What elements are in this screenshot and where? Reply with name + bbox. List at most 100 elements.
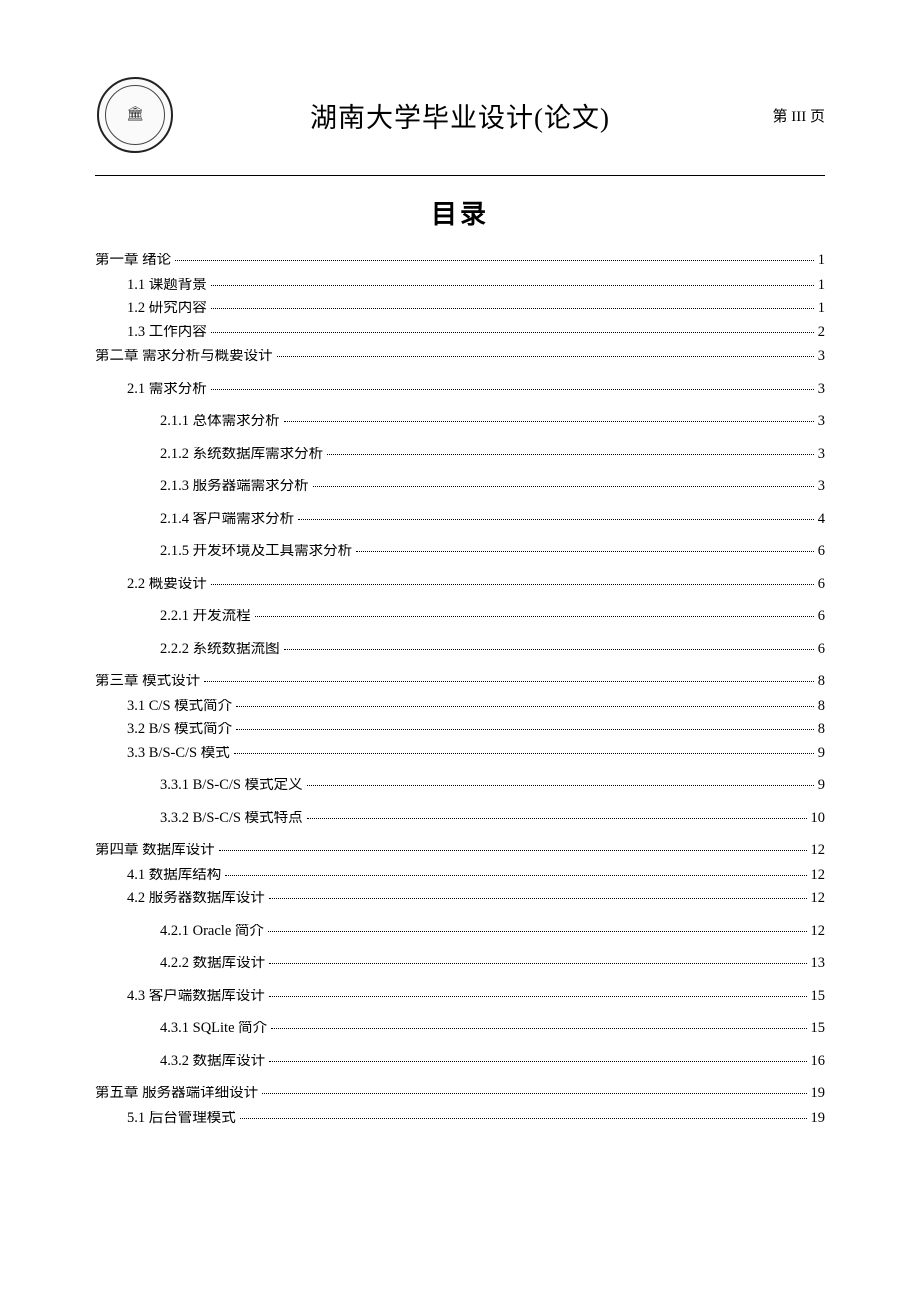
toc-leader-dots (236, 729, 814, 730)
toc-entry: 1.3 工作内容 2 (95, 325, 825, 340)
toc-entry-label: 3.3 B/S-C/S 模式 (127, 746, 230, 761)
toc-entry-label: 第四章 数据库设计 (95, 843, 215, 858)
toc-list: 第一章 绪论11.1 课题背景11.2 研究内容11.3 工作内容2第二章 需求… (95, 253, 825, 1125)
toc-title: 目录 (95, 194, 825, 231)
toc-leader-dots (269, 898, 807, 899)
toc-leader-dots (269, 1061, 806, 1062)
toc-leader-dots (284, 649, 814, 650)
toc-entry: 5.1 后台管理模式19 (95, 1111, 825, 1126)
toc-entry-label: 2.2.2 系统数据流图 (160, 642, 280, 657)
toc-leader-dots (240, 1118, 807, 1119)
toc-entry: 2.1.2 系统数据库需求分析 3 (95, 447, 825, 462)
toc-entry-page: 8 (818, 722, 825, 737)
toc-entry-page: 12 (811, 891, 826, 906)
toc-entry-page: 1 (818, 253, 825, 268)
toc-entry-label: 2.2 概要设计 (127, 577, 207, 592)
toc-entry: 4.3 客户端数据库设计 15 (95, 989, 825, 1004)
toc-entry-label: 1.1 课题背景 (127, 278, 207, 293)
logo-building-icon: 🏛 (126, 107, 144, 122)
toc-entry-label: 第三章 模式设计 (95, 674, 200, 689)
toc-entry-label: 4.3 客户端数据库设计 (127, 989, 265, 1004)
toc-entry-label: 2.1 需求分析 (127, 382, 207, 397)
toc-entry-page: 6 (818, 609, 825, 624)
toc-entry-page: 3 (818, 382, 825, 397)
toc-entry-page: 3 (818, 349, 825, 364)
toc-entry: 4.2.2 数据库设计13 (95, 956, 825, 971)
toc-entry: 4.2 服务器数据库设计12 (95, 891, 825, 906)
toc-leader-dots (219, 850, 807, 851)
toc-leader-dots (271, 1028, 806, 1029)
toc-leader-dots (307, 818, 807, 819)
toc-entry-page: 6 (818, 544, 825, 559)
toc-entry-label: 1.3 工作内容 (127, 325, 207, 340)
page-suffix: 页 (810, 109, 825, 125)
toc-leader-dots (327, 454, 814, 455)
toc-entry-label: 3.1 C/S 模式简介 (127, 699, 232, 714)
toc-entry: 2.1.5 开发环境及工具需求分析6 (95, 544, 825, 559)
toc-entry: 第一章 绪论 1 (95, 253, 825, 268)
toc-leader-dots (234, 753, 814, 754)
toc-entry: 3.3 B/S-C/S 模式9 (95, 746, 825, 761)
toc-entry-label: 第五章 服务器端详细设计 (95, 1086, 258, 1101)
toc-entry: 2.2 概要设计6 (95, 577, 825, 592)
toc-entry: 2.2.1 开发流程6 (95, 609, 825, 624)
toc-leader-dots (298, 519, 814, 520)
header-divider (95, 175, 825, 176)
toc-leader-dots (175, 260, 814, 261)
toc-entry: 3.3.2 B/S-C/S 模式特点10 (95, 811, 825, 826)
toc-entry-page: 3 (818, 414, 825, 429)
toc-entry: 第四章 数据库设计12 (95, 843, 825, 858)
toc-entry: 4.2.1 Oracle 简介 12 (95, 924, 825, 939)
toc-entry-page: 15 (811, 989, 826, 1004)
toc-entry-label: 4.3.2 数据库设计 (160, 1054, 265, 1069)
toc-entry: 1.2 研究内容1 (95, 301, 825, 316)
toc-entry-label: 3.3.1 B/S-C/S 模式定义 (160, 778, 303, 793)
toc-entry-page: 16 (811, 1054, 826, 1069)
toc-leader-dots (269, 996, 807, 997)
page-container: 🏛 湖南大学毕业设计(论文) 第 III 页 目录 第一章 绪论 1 1.1 课题背… (0, 0, 920, 1194)
toc-entry-label: 第一章 绪论 (95, 253, 171, 268)
toc-entry-label: 2.1.3 服务器端需求分析 (160, 479, 309, 494)
toc-entry-label: 4.1 数据库结构 (127, 868, 221, 883)
logo-outer-circle: 🏛 (97, 77, 173, 153)
toc-leader-dots (211, 584, 814, 585)
toc-entry-page: 15 (811, 1021, 826, 1036)
toc-entry-label: 第二章 需求分析与概要设计 (95, 349, 273, 364)
toc-leader-dots (313, 486, 814, 487)
toc-entry: 2.1 需求分析 3 (95, 382, 825, 397)
university-logo: 🏛 (95, 75, 175, 155)
toc-entry: 4.3.2 数据库设计 16 (95, 1054, 825, 1069)
toc-leader-dots (277, 356, 814, 357)
toc-leader-dots (255, 616, 814, 617)
toc-leader-dots (262, 1093, 806, 1094)
toc-leader-dots (236, 706, 814, 707)
toc-entry-page: 6 (818, 642, 825, 657)
page-number-value: III (791, 109, 806, 125)
toc-entry-page: 12 (811, 924, 826, 939)
toc-leader-dots (225, 875, 806, 876)
toc-entry-label: 4.2.2 数据库设计 (160, 956, 265, 971)
toc-entry-page: 9 (818, 778, 825, 793)
toc-entry-label: 2.1.4 客户端需求分析 (160, 512, 294, 527)
toc-entry: 3.2 B/S 模式简介8 (95, 722, 825, 737)
toc-leader-dots (204, 681, 814, 682)
toc-entry-page: 8 (818, 674, 825, 689)
toc-entry: 第五章 服务器端详细设计19 (95, 1086, 825, 1101)
toc-entry: 2.2.2 系统数据流图 6 (95, 642, 825, 657)
toc-entry-page: 4 (818, 512, 825, 527)
toc-entry-page: 1 (818, 301, 825, 316)
toc-entry-page: 3 (818, 447, 825, 462)
document-header: 🏛 湖南大学毕业设计(论文) 第 III 页 (95, 75, 825, 167)
document-title: 湖南大学毕业设计(论文) (175, 96, 745, 135)
toc-leader-dots (211, 285, 814, 286)
toc-leader-dots (211, 332, 814, 333)
toc-entry-page: 19 (811, 1111, 826, 1126)
toc-entry: 2.1.4 客户端需求分析 4 (95, 512, 825, 527)
toc-entry-label: 4.2.1 Oracle 简介 (160, 924, 264, 939)
toc-entry-page: 2 (818, 325, 825, 340)
toc-leader-dots (211, 308, 814, 309)
toc-entry-label: 2.1.2 系统数据库需求分析 (160, 447, 323, 462)
toc-entry-page: 12 (811, 868, 826, 883)
toc-entry: 2.1.1 总体需求分析3 (95, 414, 825, 429)
toc-entry: 2.1.3 服务器端需求分析3 (95, 479, 825, 494)
